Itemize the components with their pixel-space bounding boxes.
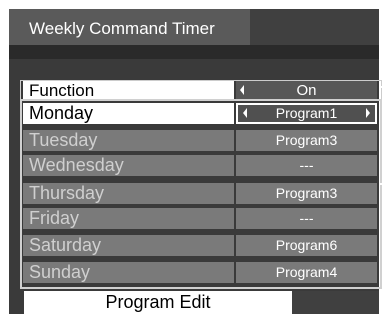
day-label: Friday — [23, 208, 234, 229]
title-bar-tab — [250, 9, 379, 45]
day-label: Thursday — [23, 183, 234, 204]
day-row-thursday[interactable]: Thursday Program3 — [23, 183, 377, 204]
day-row-friday[interactable]: Friday --- — [23, 208, 377, 229]
title-bar: Weekly Command Timer — [9, 9, 379, 45]
program-value[interactable]: --- — [236, 155, 377, 176]
day-label: Wednesday — [23, 155, 234, 176]
program-edit-filler — [292, 291, 379, 314]
day-label: Saturday — [23, 235, 234, 256]
program-edit-button[interactable]: Program Edit — [24, 291, 292, 314]
callout-line-days — [380, 183, 392, 185]
program-value[interactable]: Program3 — [236, 130, 377, 151]
function-label: Function — [23, 80, 234, 101]
program-selector[interactable]: Program1 — [236, 103, 377, 124]
day-label: Sunday — [23, 262, 234, 283]
program-value[interactable]: Program6 — [236, 235, 377, 256]
function-value: On — [296, 82, 317, 99]
program-value[interactable]: Program3 — [236, 183, 377, 204]
title-separator — [9, 45, 379, 59]
program-value[interactable]: --- — [236, 208, 377, 229]
day-row-tuesday[interactable]: Tuesday Program3 — [23, 130, 377, 151]
right-arrow-icon[interactable] — [366, 108, 370, 118]
day-label: Monday — [23, 103, 234, 124]
day-row-sunday[interactable]: Sunday Program4 — [23, 262, 377, 283]
day-label: Tuesday — [23, 130, 234, 151]
left-arrow-icon[interactable] — [243, 108, 247, 118]
day-row-wednesday[interactable]: Wednesday --- — [23, 155, 377, 176]
function-value-selector[interactable]: On — [236, 80, 377, 101]
left-arrow-icon[interactable] — [240, 85, 244, 95]
program-value[interactable]: Program4 — [236, 262, 377, 283]
day-row-monday[interactable]: Monday Program1 — [23, 103, 377, 124]
day-row-saturday[interactable]: Saturday Program6 — [23, 235, 377, 256]
program-value: Program1 — [275, 105, 338, 121]
function-row[interactable]: Function On — [23, 80, 377, 101]
callout-line-function — [380, 86, 392, 88]
window-title: Weekly Command Timer — [29, 19, 215, 38]
